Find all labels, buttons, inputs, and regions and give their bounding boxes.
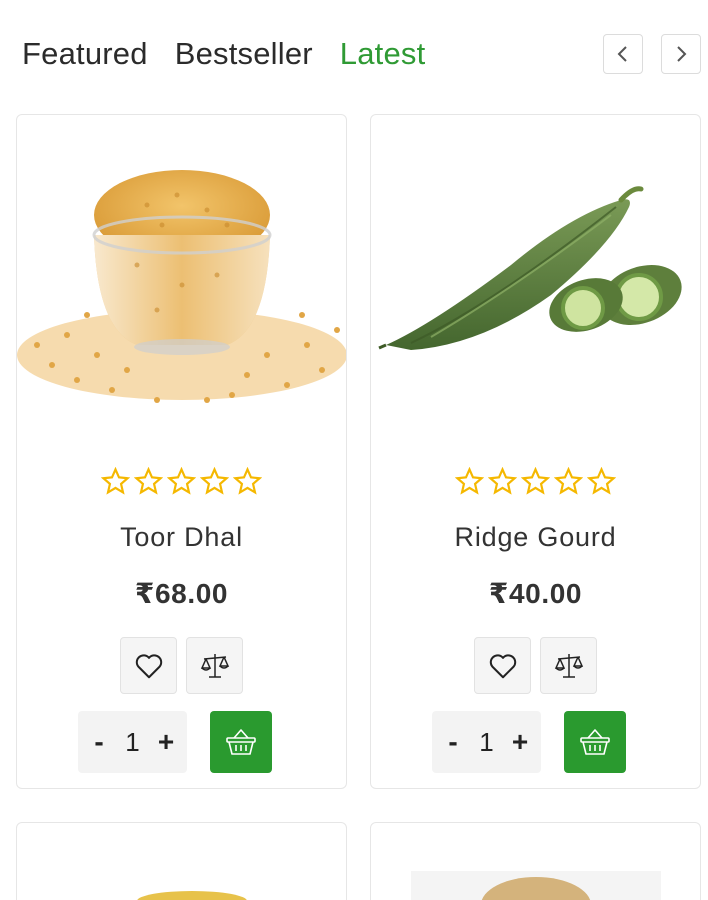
quantity-decrease-button[interactable]: - xyxy=(444,728,462,756)
product-image[interactable] xyxy=(17,823,347,900)
heart-icon xyxy=(135,653,162,678)
star-icon xyxy=(101,467,130,495)
cart-controls: - 1 + xyxy=(432,711,626,773)
carousel-prev-button[interactable] xyxy=(603,34,643,74)
toor-dhal-image[interactable] xyxy=(17,115,347,445)
basket-icon xyxy=(226,729,256,755)
product-price: ₹68.00 xyxy=(134,578,229,609)
scale-icon xyxy=(200,653,229,678)
star-icon xyxy=(200,467,229,495)
product-card[interactable]: Toor Dhal ₹68.00 - 1 + xyxy=(16,114,347,789)
product-carousel: Featured Bestseller Latest Toor Dhal ₹68… xyxy=(0,0,708,900)
compare-button[interactable] xyxy=(186,637,243,694)
star-rating xyxy=(17,467,346,496)
quantity-increase-button[interactable]: + xyxy=(511,728,529,756)
product-name[interactable]: Toor Dhal xyxy=(17,522,346,553)
quantity-increase-button[interactable]: + xyxy=(157,728,175,756)
star-rating xyxy=(371,467,700,496)
star-icon xyxy=(521,467,550,495)
product-actions xyxy=(17,637,346,694)
star-icon xyxy=(554,467,583,495)
star-icon xyxy=(587,467,616,495)
tab-bestseller[interactable]: Bestseller xyxy=(175,36,313,72)
product-actions xyxy=(371,637,700,694)
wishlist-button[interactable] xyxy=(474,637,531,694)
product-image[interactable] xyxy=(371,823,701,900)
quantity-value[interactable]: 1 xyxy=(125,729,139,755)
star-icon xyxy=(167,467,196,495)
product-name[interactable]: Ridge Gourd xyxy=(371,522,700,553)
scale-icon xyxy=(554,653,583,678)
product-tabs: Featured Bestseller Latest xyxy=(22,36,425,72)
quantity-decrease-button[interactable]: - xyxy=(90,728,108,756)
star-icon xyxy=(233,467,262,495)
quantity-stepper: - 1 + xyxy=(432,711,541,773)
star-icon xyxy=(134,467,163,495)
product-card[interactable] xyxy=(370,822,701,900)
quantity-stepper: - 1 + xyxy=(78,711,187,773)
product-card[interactable] xyxy=(16,822,347,900)
chevron-left-icon xyxy=(617,46,627,62)
carousel-next-button[interactable] xyxy=(661,34,701,74)
wishlist-button[interactable] xyxy=(120,637,177,694)
star-icon xyxy=(488,467,517,495)
heart-icon xyxy=(489,653,516,678)
product-card[interactable]: Ridge Gourd ₹40.00 - 1 + xyxy=(370,114,701,789)
add-to-cart-button[interactable] xyxy=(564,711,626,773)
star-icon xyxy=(455,467,484,495)
compare-button[interactable] xyxy=(540,637,597,694)
product-price: ₹40.00 xyxy=(488,578,583,609)
quantity-value[interactable]: 1 xyxy=(479,729,493,755)
ridge-gourd-image[interactable] xyxy=(371,115,701,445)
add-to-cart-button[interactable] xyxy=(210,711,272,773)
basket-icon xyxy=(580,729,610,755)
tab-latest[interactable]: Latest xyxy=(340,36,426,72)
chevron-right-icon xyxy=(677,46,687,62)
tab-featured[interactable]: Featured xyxy=(22,36,148,72)
cart-controls: - 1 + xyxy=(78,711,272,773)
